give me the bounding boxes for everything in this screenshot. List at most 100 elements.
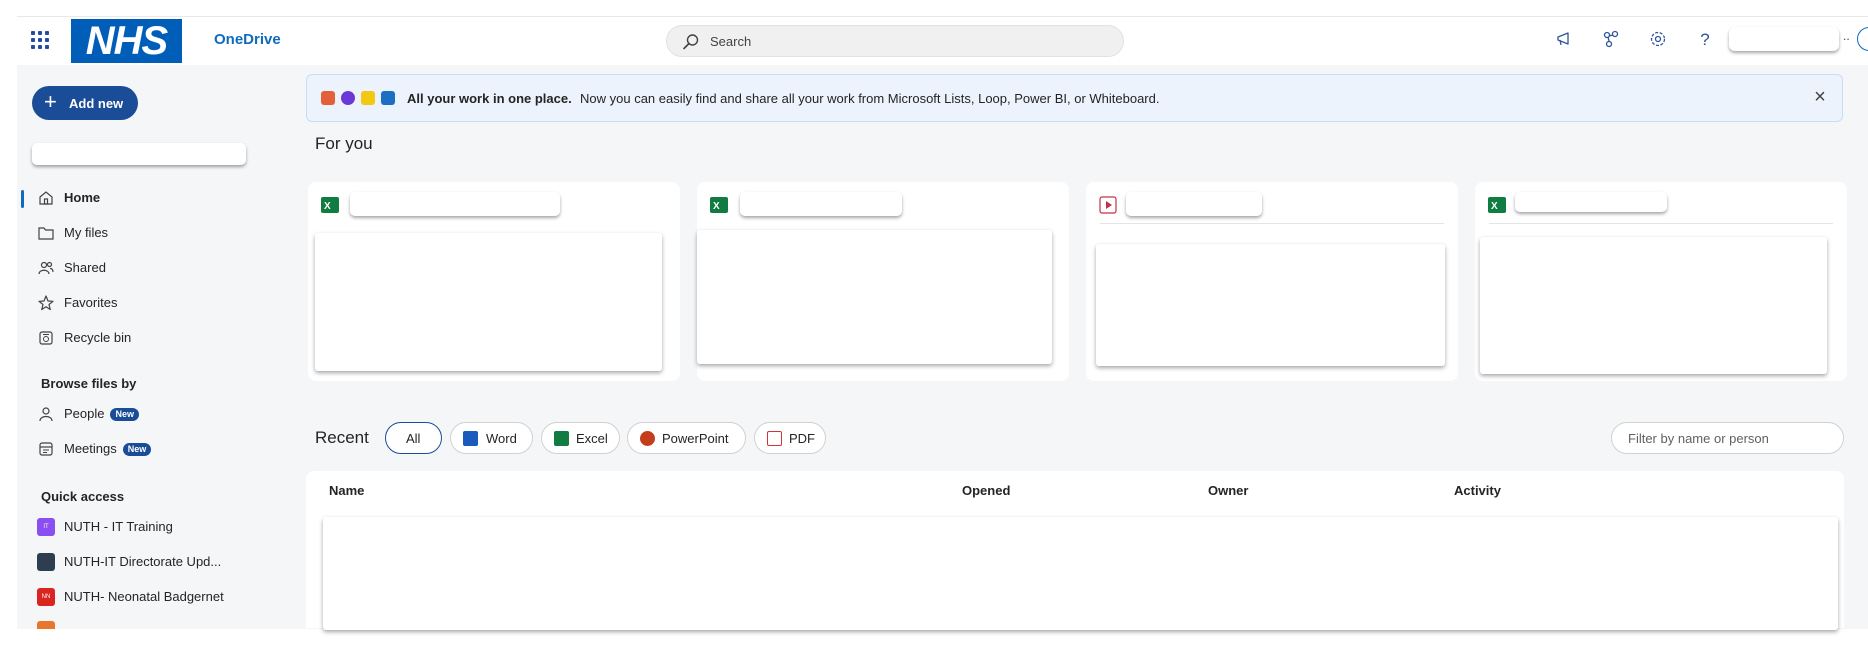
divider [1489, 223, 1833, 224]
filter-all-button[interactable]: All [385, 422, 442, 454]
file-card[interactable]: X [1475, 182, 1847, 381]
sidebar-item-my-files[interactable]: My files [37, 220, 257, 246]
sidebar-item-meetings[interactable]: Meetings New [37, 436, 257, 462]
quick-access-item[interactable]: NUTH-IT Directorate Upd... [37, 549, 257, 575]
add-new-button[interactable]: + Add new [32, 86, 138, 120]
share-icon[interactable] [1600, 29, 1622, 51]
powerpoint-icon [640, 431, 655, 446]
sidebar-item-label: Meetings [64, 441, 117, 456]
active-indicator [21, 190, 24, 208]
calendar-icon [39, 442, 53, 456]
home-icon [39, 191, 53, 205]
column-header-activity[interactable]: Activity [1454, 483, 1501, 498]
settings-icon[interactable] [1647, 29, 1669, 51]
file-preview[interactable] [315, 233, 662, 371]
svg-text:X: X [713, 201, 720, 212]
column-header-name[interactable]: Name [329, 483, 364, 498]
filter-label: PDF [789, 431, 815, 446]
lists-icon [321, 91, 335, 105]
file-card[interactable]: X [308, 182, 680, 381]
quick-access-heading: Quick access [41, 489, 125, 504]
search-box[interactable]: Search [666, 25, 1124, 57]
app-name-link[interactable]: OneDrive [214, 31, 281, 48]
excel-icon: X [1488, 197, 1506, 213]
excel-icon [554, 431, 569, 446]
new-badge: New [110, 408, 139, 421]
svg-text:X: X [324, 201, 331, 212]
column-header-opened[interactable]: Opened [962, 483, 1010, 498]
filter-label: PowerPoint [662, 431, 729, 446]
site-icon [37, 553, 55, 571]
plus-icon: + [44, 89, 57, 114]
quick-access-item[interactable]: IT NUTH - IT Training [37, 514, 257, 540]
filter-label: All [406, 431, 421, 446]
sidebar-item-people[interactable]: People New [37, 401, 257, 427]
search-icon [683, 34, 699, 50]
file-title[interactable] [350, 192, 560, 216]
megaphone-icon[interactable] [1554, 29, 1576, 51]
word-icon [463, 431, 478, 446]
info-banner: All your work in one place. Now you can … [306, 74, 1843, 122]
site-icon: IT [37, 518, 55, 536]
filter-powerpoint-button[interactable]: PowerPoint [627, 422, 746, 454]
sidebar-item-shared[interactable]: Shared [37, 255, 257, 281]
video-icon [1099, 196, 1117, 214]
nhs-logo[interactable]: NHS [71, 19, 182, 63]
file-title[interactable] [1126, 192, 1262, 216]
quick-access-label: NUTH-IT Directorate Upd... [64, 554, 222, 569]
quick-access-item[interactable]: NN NUTH- Neonatal Badgernet [37, 584, 257, 610]
filter-label: Word [486, 431, 517, 446]
for-you-heading: For you [315, 134, 373, 153]
sidebar-item-label: People [64, 406, 105, 421]
sidebar-item-recycle-bin[interactable]: Recycle bin [37, 325, 257, 351]
filter-word-button[interactable]: Word [450, 422, 533, 454]
sidebar-item-label: Recycle bin [64, 330, 132, 345]
sidebar-item-label: Shared [64, 260, 106, 275]
add-new-label: Add new [69, 96, 124, 111]
pdf-icon [767, 431, 782, 446]
banner-title: All your work in one place. [407, 91, 572, 106]
sidebar-item-label: Favorites [64, 295, 118, 310]
sidebar-item-label-wrap: People New [64, 406, 139, 421]
person-icon [39, 407, 53, 422]
account-name[interactable] [1729, 27, 1839, 51]
sidebar-item-home[interactable]: Home [37, 185, 257, 211]
recent-heading: Recent [315, 428, 369, 447]
sidebar-item-label: Home [64, 190, 101, 205]
star-icon [38, 295, 54, 311]
site-icon: NN [37, 588, 55, 606]
people-icon [38, 261, 54, 275]
file-title[interactable] [1515, 192, 1667, 212]
table-row[interactable] [323, 517, 1838, 630]
account-switcher[interactable] [32, 143, 246, 165]
close-icon[interactable]: × [1810, 87, 1830, 107]
sidebar-item-favorites[interactable]: Favorites [37, 290, 257, 316]
search-placeholder: Search [710, 34, 752, 49]
browse-heading: Browse files by [41, 376, 137, 391]
waffle-icon[interactable] [31, 31, 49, 49]
filter-excel-button[interactable]: Excel [541, 422, 620, 454]
excel-icon: X [321, 197, 339, 213]
new-badge: New [122, 443, 152, 456]
sidebar-item-label-wrap: Meetings New [64, 441, 152, 456]
file-card[interactable] [1086, 182, 1458, 381]
filter-pdf-button[interactable]: PDF [754, 422, 826, 454]
excel-icon: X [710, 197, 728, 213]
file-preview[interactable] [697, 230, 1052, 364]
account-ellipsis: .. [1843, 29, 1850, 43]
recent-files-table: Name Opened Owner Activity [306, 471, 1844, 630]
quick-access-label: NUTH- Neonatal Badgernet [64, 589, 224, 604]
filter-placeholder: Filter by name or person [1628, 431, 1769, 446]
file-preview[interactable] [1480, 237, 1827, 374]
help-icon[interactable]: ? [1694, 29, 1716, 51]
powerbi-icon [361, 91, 375, 105]
quick-access-label: NUTH - IT Training [64, 519, 173, 534]
file-title[interactable] [740, 192, 902, 216]
file-card[interactable]: X [697, 182, 1069, 381]
column-header-owner[interactable]: Owner [1208, 483, 1248, 498]
file-preview[interactable] [1096, 244, 1445, 366]
whiteboard-icon [381, 91, 395, 105]
avatar[interactable] [1857, 27, 1868, 51]
divider [1100, 223, 1444, 224]
filter-input[interactable]: Filter by name or person [1611, 422, 1844, 454]
